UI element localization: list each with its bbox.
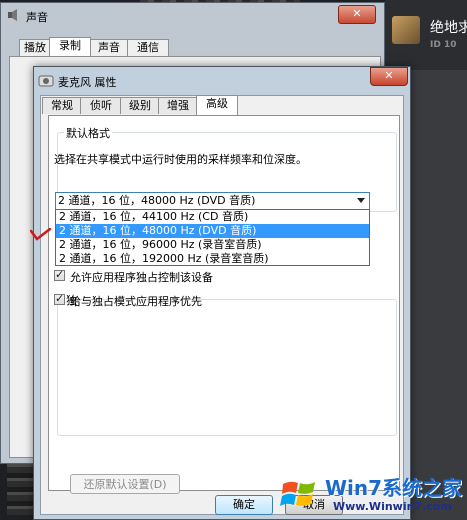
dropdown-option[interactable]: 2 通道，16 位，96000 Hz (录音室音质) [56,238,369,252]
tab-communications[interactable]: 通信 [127,39,169,57]
close-button[interactable]: ✕ [370,67,408,86]
microphone-icon [38,75,54,87]
game-id: ID 10 [430,40,457,50]
microphone-properties-dialog: 麦克风 属性 ✕ 常规 侦听 级别 增强 高级 默认格式 独 还原默认设置(D)… [33,66,411,520]
checkbox-label[interactable]: 给与独占模式应用程序优先 [70,293,202,309]
window-title: 声音 [26,11,48,24]
group-label: 默认格式 [64,125,112,141]
sample-rate-dropdown: 2 通道，16 位，44100 Hz (CD 音质) 2 通道，16 位，480… [55,209,370,266]
dropdown-option[interactable]: 2 通道，16 位，44100 Hz (CD 音质) [56,210,369,224]
title-bar[interactable]: 麦克风 属性 ✕ [34,67,410,93]
tab-levels[interactable]: 级别 [120,97,160,114]
dropdown-option[interactable]: 2 通道，16 位，192000 Hz (录音室音质) [56,252,369,266]
watermark-brand: Win7系统之家 [325,476,463,500]
game-icon[interactable] [392,16,420,44]
watermark-url: Www.Winwin7.com [333,500,452,513]
watermark: Win7系统之家 Www.Winwin7.com [275,468,467,520]
tab-playback[interactable]: 播放 [19,39,51,57]
annotation-checkmark-icon [30,228,52,241]
tab-advanced[interactable]: 高级 [196,95,238,115]
close-button[interactable]: ✕ [338,5,376,24]
allow-exclusive-checkbox[interactable] [54,268,65,281]
exclusive-mode-group: 独 [57,292,397,436]
dropdown-option[interactable]: 2 通道，16 位，48000 Hz (DVD 音质) [56,224,369,238]
ok-button[interactable]: 确定 [215,495,273,515]
windows-logo-icon [280,481,315,506]
tab-enhancements[interactable]: 增强 [158,97,198,114]
sample-rate-select[interactable]: 2 通道，16 位，48000 Hz (DVD 音质) [55,192,370,210]
speaker-icon [8,9,17,21]
title-bar[interactable]: 声音 ✕ [1,3,384,29]
window-title: 麦克风 属性 [58,76,117,89]
default-format-description: 选择在共享模式中运行时使用的采样频率和位深度。 [54,153,307,166]
restore-defaults-button[interactable]: 还原默认设置(D) [70,474,180,494]
tab-recording[interactable]: 录制 [49,37,91,58]
select-value: 2 通道，16 位，48000 Hz (DVD 音质) [58,194,256,207]
game-title[interactable]: 绝地求 [430,17,467,37]
tab-general[interactable]: 常规 [42,97,82,114]
tab-sounds[interactable]: 声音 [90,39,128,57]
tab-listen[interactable]: 侦听 [80,97,122,114]
exclusive-priority-checkbox[interactable] [54,292,65,305]
chevron-down-icon[interactable] [357,198,365,203]
checkbox-label[interactable]: 允许应用程序独占控制该设备 [70,269,213,285]
